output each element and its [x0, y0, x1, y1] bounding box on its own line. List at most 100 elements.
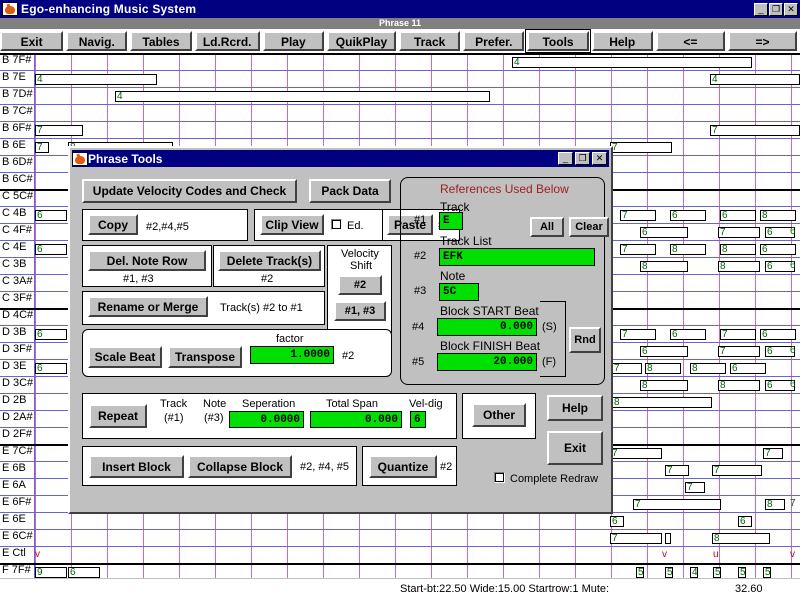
delete-tracks-button[interactable]: Delete Track(s) — [218, 250, 321, 271]
note-bar[interactable]: 6 — [640, 346, 688, 357]
toolbar-button-help[interactable]: Help — [591, 31, 653, 51]
total-span-field[interactable]: 0.000 — [310, 411, 402, 428]
other-button[interactable]: Other — [472, 403, 526, 427]
insert-block-button[interactable]: Insert Block — [89, 455, 184, 478]
note-bar[interactable]: 4 — [115, 91, 490, 102]
note-bar[interactable] — [665, 533, 671, 544]
note-bar[interactable]: 6 — [670, 329, 706, 340]
note-bar[interactable]: 7 — [763, 448, 783, 459]
rename-merge-button[interactable]: Rename or Merge — [88, 296, 208, 317]
repeat-button[interactable]: Repeat — [89, 404, 147, 428]
note-bar[interactable]: 8 — [670, 244, 706, 255]
grid-row[interactable]: E 6E — [0, 512, 800, 529]
dialog-maximize-button[interactable]: ❐ — [575, 152, 590, 165]
note-bar[interactable]: 8 — [645, 363, 681, 374]
toolbar-button-exit[interactable]: Exit — [0, 31, 64, 51]
all-button[interactable]: All — [530, 217, 564, 237]
note-bar[interactable]: 6 — [35, 210, 67, 221]
ref-tracklist-field[interactable]: EFK — [439, 248, 595, 266]
note-bar[interactable]: 6 — [35, 329, 67, 340]
note-bar[interactable]: 8 — [712, 533, 770, 544]
complete-redraw-checkbox[interactable] — [494, 472, 505, 483]
pack-data-button[interactable]: Pack Data — [309, 179, 391, 203]
minimize-button[interactable]: _ — [754, 2, 768, 16]
ref-track-field[interactable]: E — [439, 212, 463, 230]
note-bar[interactable]: 7 — [610, 142, 672, 153]
note-bar[interactable]: 6 — [640, 227, 688, 238]
grid-row[interactable]: E Ctl — [0, 546, 800, 563]
note-bar[interactable]: 5 — [763, 567, 771, 578]
note-bar[interactable]: 4 — [35, 74, 157, 85]
note-bar[interactable]: 7 — [610, 448, 662, 459]
block-finish-field[interactable]: 20.000 — [437, 353, 537, 371]
factor-field[interactable]: 1.0000 — [250, 346, 334, 364]
note-bar[interactable]: 8 — [640, 380, 688, 391]
control-marker[interactable]: u — [713, 549, 719, 560]
note-bar[interactable]: 6 — [738, 516, 752, 527]
note-bar[interactable]: 6 — [68, 567, 100, 578]
toolbar-button-tools[interactable]: Tools — [525, 29, 591, 53]
note-bar[interactable]: 7 — [35, 142, 49, 153]
clear-button[interactable]: Clear — [569, 217, 609, 237]
toolbar-button-prefer[interactable]: Prefer. — [463, 31, 525, 51]
close-button[interactable]: ✕ — [784, 2, 798, 16]
note-bar[interactable]: 8 — [640, 261, 688, 272]
note-bar[interactable]: 6 — [670, 210, 706, 221]
exit-button[interactable]: Exit — [547, 431, 603, 465]
note-bar[interactable]: 7 — [718, 227, 760, 238]
note-bar[interactable]: 5 — [665, 567, 673, 578]
control-marker[interactable]: v — [790, 549, 795, 560]
note-bar[interactable]: 7 — [610, 533, 662, 544]
velocity-shift-button-1[interactable]: #2 — [338, 275, 382, 295]
toolbar-button-quikplay[interactable]: QuikPlay — [326, 31, 397, 51]
note-bar[interactable]: 7 — [35, 125, 83, 136]
note-bar[interactable]: 7 — [685, 482, 705, 493]
note-bar[interactable]: 9 — [35, 567, 67, 578]
clip-view-button[interactable]: Clip View — [260, 214, 324, 235]
dialog-minimize-button[interactable]: _ — [558, 152, 573, 165]
block-start-field[interactable]: 0.000 — [437, 318, 537, 336]
ed-checkbox[interactable] — [331, 219, 342, 230]
maximize-restore-button[interactable]: ❐ — [769, 2, 783, 16]
note-bar[interactable]: 6 — [35, 363, 67, 374]
grid-row[interactable]: E 6C# — [0, 529, 800, 546]
note-bar[interactable]: 8 — [718, 380, 760, 391]
update-velocity-button[interactable]: Update Velocity Codes and Check — [82, 179, 297, 203]
note-bar[interactable]: 8 — [720, 244, 756, 255]
note-bar[interactable]: 6 — [35, 244, 67, 255]
note-bar[interactable]: 6 — [760, 244, 796, 255]
note-bar[interactable]: 4 — [512, 57, 752, 68]
note-bar[interactable]: 5 — [713, 567, 721, 578]
quantize-button[interactable]: Quantize — [369, 455, 437, 478]
note-bar[interactable]: 7 — [633, 499, 721, 510]
note-bar[interactable]: 7 — [612, 363, 642, 374]
note-bar[interactable]: 7 — [710, 125, 800, 136]
transpose-button[interactable]: Transpose — [168, 346, 242, 368]
note-bar[interactable]: 4 — [710, 74, 800, 85]
del-note-row-button[interactable]: Del. Note Row — [88, 250, 206, 271]
note-bar[interactable]: 6 — [730, 363, 766, 374]
toolbar-button-navig[interactable]: Navig. — [66, 31, 128, 51]
grid-row[interactable]: F 7F# — [0, 563, 800, 578]
velocity-shift-button-2[interactable]: #1, #3 — [334, 301, 386, 321]
note-bar[interactable]: 7 — [665, 465, 689, 476]
note-bar[interactable]: 7 — [712, 465, 762, 476]
control-marker[interactable]: v — [35, 549, 40, 560]
toolbar-button-tables[interactable]: Tables — [130, 31, 192, 51]
note-bar[interactable]: 8 — [765, 499, 785, 510]
separation-field[interactable]: 0.0000 — [229, 411, 304, 428]
vel-dig-field[interactable]: 6 — [410, 411, 426, 428]
grid-row[interactable]: B 6F# — [0, 121, 800, 138]
note-bar[interactable]: 7 — [620, 329, 656, 340]
dialog-close-button[interactable]: ✕ — [592, 152, 607, 165]
note-bar[interactable]: 6 — [760, 329, 796, 340]
note-bar[interactable]: 4 — [690, 567, 698, 578]
note-bar[interactable]: 7 — [720, 329, 756, 340]
toolbar-button-play[interactable]: Play — [262, 31, 324, 51]
help-button[interactable]: Help — [547, 395, 603, 421]
note-bar[interactable]: 5 — [636, 567, 644, 578]
note-bar[interactable]: 6 — [720, 210, 756, 221]
copy-button[interactable]: Copy — [88, 214, 138, 235]
note-bar[interactable]: 5 — [738, 567, 746, 578]
note-bar[interactable]: 8 — [718, 261, 760, 272]
